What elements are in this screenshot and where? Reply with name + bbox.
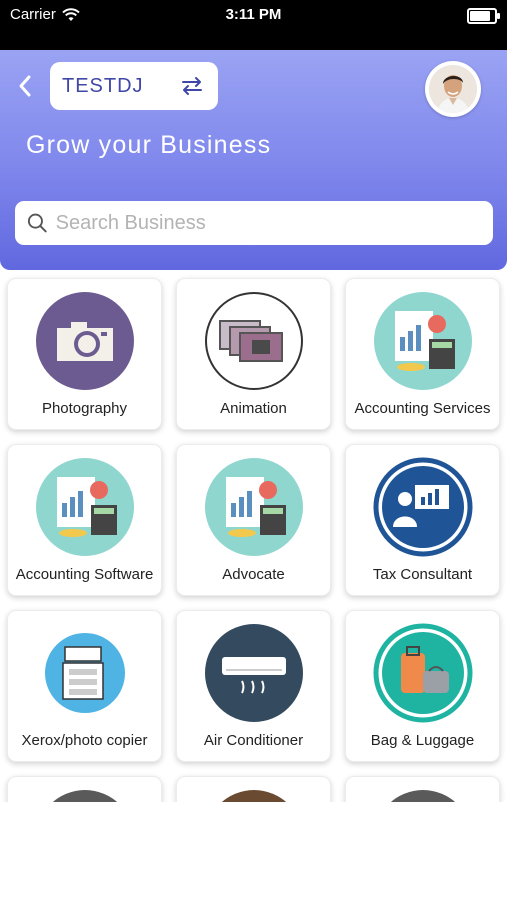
category-label: Photography	[41, 400, 128, 417]
search-bar[interactable]	[15, 201, 493, 245]
category-card-xerox[interactable]: Xerox/photo copier	[7, 610, 162, 762]
profile-photo	[429, 65, 477, 113]
back-arrow-icon[interactable]	[14, 72, 36, 100]
presentation-icon	[373, 457, 473, 557]
film-strip-icon	[205, 292, 303, 390]
status-bar: Carrier 3:11 PM	[0, 0, 507, 50]
printer-icon	[45, 633, 125, 713]
accounting-icon	[374, 292, 472, 390]
category-grid: Photography Animation Accounting Service…	[0, 270, 507, 802]
business-name: TESTDJ	[62, 74, 144, 97]
category-label: Accounting Software	[15, 566, 154, 583]
category-card-bag-luggage[interactable]: Bag & Luggage	[345, 610, 500, 762]
search-icon	[27, 213, 47, 233]
avatar[interactable]	[425, 61, 481, 117]
category-card-partial[interactable]	[7, 776, 162, 802]
category-label: Tax Consultant	[372, 566, 473, 583]
category-card-animation[interactable]: Animation	[176, 278, 331, 430]
search-input[interactable]	[55, 211, 481, 235]
luggage-icon	[373, 623, 473, 723]
category-label: Animation	[220, 400, 287, 417]
category-label: Xerox/photo copier	[21, 732, 148, 749]
category-icon	[52, 790, 118, 802]
accounting-icon	[205, 458, 303, 556]
air-conditioner-icon	[205, 624, 303, 722]
category-label: Accounting Services	[354, 400, 491, 417]
category-card-advocate[interactable]: Advocate	[176, 444, 331, 596]
battery-icon	[467, 8, 500, 24]
switch-arrows-icon[interactable]	[180, 74, 204, 98]
category-card-partial[interactable]	[176, 776, 331, 802]
category-icon	[221, 790, 287, 802]
category-card-tax-consultant[interactable]: Tax Consultant	[345, 444, 500, 596]
page-tagline: Grow your Business	[26, 131, 272, 159]
category-card-accounting-software[interactable]: Accounting Software	[7, 444, 162, 596]
camera-icon	[36, 292, 134, 390]
category-card-photography[interactable]: Photography	[7, 278, 162, 430]
category-label: Air Conditioner	[203, 732, 304, 749]
status-time: 3:11 PM	[225, 6, 282, 23]
category-card-partial[interactable]	[345, 776, 500, 802]
business-switcher[interactable]: TESTDJ	[50, 62, 218, 110]
category-card-accounting-services[interactable]: Accounting Services	[345, 278, 500, 430]
accounting-icon	[36, 458, 134, 556]
category-icon	[390, 790, 456, 802]
category-label: Bag & Luggage	[370, 732, 475, 749]
category-label: Advocate	[222, 566, 285, 583]
header: TESTDJ Grow your Business	[0, 50, 507, 270]
category-card-air-conditioner[interactable]: Air Conditioner	[176, 610, 331, 762]
